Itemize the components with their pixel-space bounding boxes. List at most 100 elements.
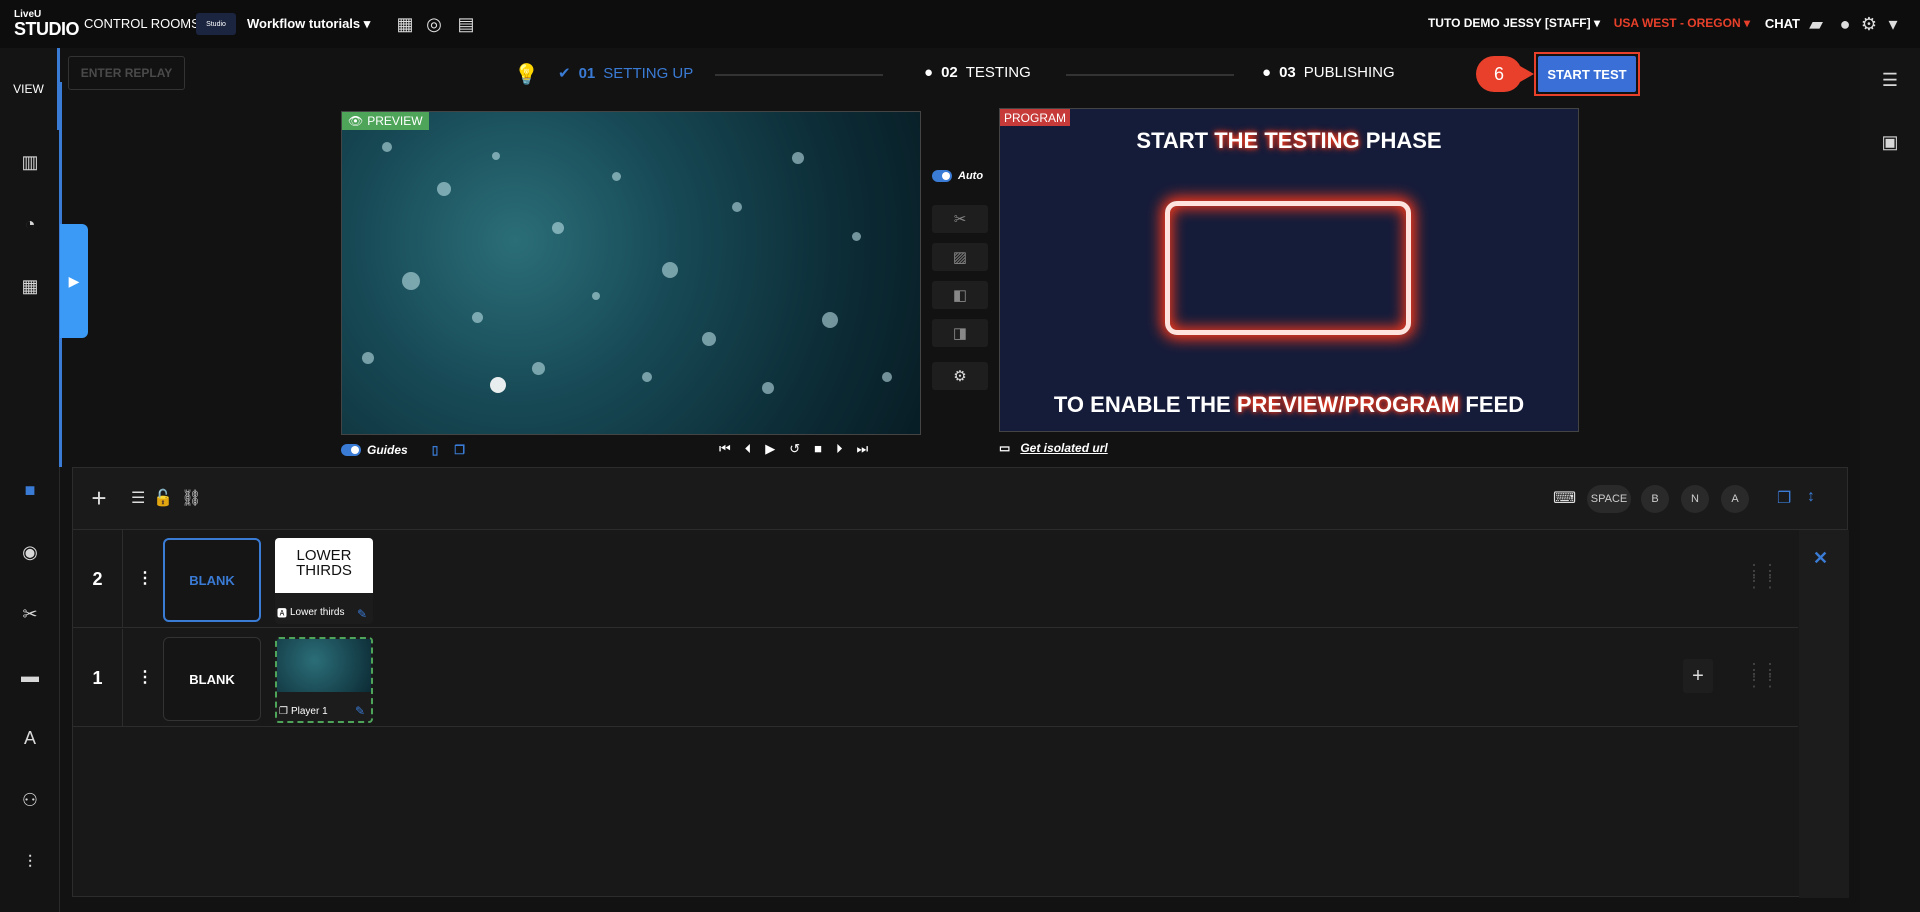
skip-end-icon[interactable]: ⏭	[856, 441, 868, 457]
chevron-down-icon[interactable]: ▾	[1882, 13, 1904, 35]
bokeh	[552, 222, 564, 234]
drag-handle-icon[interactable]: ⋮⋮ ⋮⋮	[1745, 661, 1779, 689]
view-button[interactable]: VIEW	[0, 48, 60, 130]
transition-settings-button[interactable]: ⚙	[932, 362, 988, 390]
skip-start-icon[interactable]: ⏮	[719, 441, 731, 457]
preview-monitor[interactable]: 👁 PREVIEW	[341, 111, 921, 435]
bokeh	[642, 372, 652, 382]
playlist-icon[interactable]: ☰	[1876, 66, 1904, 94]
step-testing[interactable]: ● 02 TESTING	[924, 64, 1031, 81]
step-forward-icon[interactable]: ⏵	[836, 441, 843, 457]
text-icon[interactable]: A	[16, 724, 44, 752]
step-publishing[interactable]: ● 03 PUBLISHING	[1262, 64, 1395, 81]
bokeh	[662, 262, 678, 278]
hotkey-space[interactable]: SPACE	[1587, 485, 1631, 513]
camera-icon[interactable]: ■	[16, 476, 44, 504]
dashboard-icon[interactable]: ▦	[16, 272, 44, 300]
bokeh	[762, 382, 774, 394]
bokeh	[702, 332, 716, 346]
layout-icon[interactable]: ▤	[455, 13, 477, 35]
layer-number: 1	[73, 629, 123, 727]
add-layer-button[interactable]: +	[85, 483, 113, 513]
unlock-icon[interactable]: 🔓	[153, 488, 173, 508]
workflow-selector[interactable]: Workflow tutorials ▾	[247, 16, 370, 32]
wipe-transition-button[interactable]: ◧	[932, 281, 988, 309]
blank-tile[interactable]: BLANK	[163, 637, 261, 721]
push-transition-button[interactable]: ◨	[932, 319, 988, 347]
stop-icon[interactable]: ■	[814, 441, 822, 457]
workflow-thumbnail: Studio	[196, 13, 236, 35]
chat-button[interactable]: CHAT	[1765, 16, 1800, 31]
source-tile-lower-thirds[interactable]: LOWER THIRDS 🅰 Lower thirds ✎	[275, 538, 373, 624]
play-icon[interactable]: ▶	[765, 441, 775, 457]
layers-toolbar: + ☰ 🔓 ⛓ ⌨ SPACE B N A ❐ ↕	[73, 468, 1847, 530]
resize-vertical-icon[interactable]: ↕	[1807, 488, 1815, 506]
headline-highlight: THE TESTING	[1214, 128, 1360, 153]
isolated-url-label[interactable]: Get isolated url	[1020, 441, 1107, 455]
replay-icon[interactable]: ↺	[789, 441, 800, 457]
step-back-icon[interactable]: ⏴	[745, 441, 752, 457]
start-test-button[interactable]: START TEST	[1538, 56, 1636, 92]
hotkey-a[interactable]: A	[1721, 485, 1749, 513]
source-label: 🅰 Lower thirds	[277, 605, 344, 620]
link-icon[interactable]: ⛓	[181, 488, 201, 508]
source-tile-player-1[interactable]: ❐ Player 1 ✎	[275, 637, 373, 723]
sliders-icon[interactable]: ⫶	[16, 848, 44, 876]
layer-menu-icon[interactable]: ⋮	[137, 667, 153, 687]
gear-icon[interactable]: ⚙	[1858, 13, 1880, 35]
enter-replay-button[interactable]: ENTER REPLAY	[68, 56, 185, 90]
pencil-icon[interactable]: ✎	[355, 704, 365, 718]
fade-transition-button[interactable]: ▨	[932, 243, 988, 271]
toggle-switch[interactable]	[341, 444, 361, 456]
user-icon[interactable]: ●	[1834, 13, 1856, 35]
layer-menu-icon[interactable]: ⋮	[137, 568, 153, 588]
bokeh	[492, 152, 500, 160]
scissors-icon[interactable]: ✂	[16, 600, 44, 628]
toggle-switch[interactable]	[932, 170, 952, 182]
guides-toggle[interactable]: Guides ▯ ❐	[341, 443, 465, 457]
cut-transition-button[interactable]: ✂	[932, 205, 988, 233]
comment-icon[interactable]: ▬	[16, 662, 44, 690]
control-rooms-link[interactable]: CONTROL ROOMS	[84, 16, 200, 31]
region-selector[interactable]: USA WEST - OREGON ▾	[1614, 16, 1750, 30]
user-menu[interactable]: TUTO DEMO JESSY [STAFF] ▾	[1428, 16, 1600, 30]
step-setting-up[interactable]: ✔ 01 SETTING UP	[558, 64, 693, 83]
calendar-icon[interactable]: ▦	[394, 13, 416, 35]
chart-icon[interactable]: ▥	[16, 148, 44, 176]
align-icon[interactable]: ☰	[131, 488, 145, 508]
lightbulb-icon[interactable]: 💡	[514, 62, 539, 87]
circle-icon: ●	[1262, 64, 1272, 81]
keyboard-icon[interactable]: ⌨	[1553, 488, 1576, 508]
left-sidebar: VIEW ▥ ◔ ▦ ■ ◉ ✂ ▬ A ⚇ ⫶	[0, 48, 60, 912]
chat-icon[interactable]: ▰	[1805, 13, 1827, 35]
hotkey-n[interactable]: N	[1681, 485, 1709, 513]
step-num: 02	[941, 64, 958, 81]
close-icon[interactable]: ✕	[1813, 548, 1828, 569]
source-label: ❐ Player 1	[279, 706, 328, 717]
blank-tile[interactable]: BLANK	[163, 538, 261, 622]
bokeh	[382, 142, 392, 152]
mobile-icon[interactable]: ▯	[432, 443, 439, 457]
bokeh	[532, 362, 545, 375]
broadcast-icon[interactable]: ◉	[16, 538, 44, 566]
drag-handle-icon[interactable]: ⋮⋮ ⋮⋮	[1745, 562, 1779, 590]
speedometer-icon[interactable]: ◔	[16, 210, 44, 238]
auto-label: Auto	[958, 170, 984, 182]
lifebuoy-icon[interactable]: ◎	[423, 13, 445, 35]
hotkey-b[interactable]: B	[1641, 485, 1669, 513]
add-source-button[interactable]: +	[1683, 659, 1713, 693]
bokeh	[592, 292, 600, 300]
pencil-icon[interactable]: ✎	[357, 607, 367, 621]
users-icon[interactable]: ⚇	[16, 786, 44, 814]
liveu-studio-logo[interactable]: LiveU STUDIO	[14, 10, 80, 39]
copy-icon[interactable]: ❐	[454, 443, 465, 457]
auto-toggle[interactable]: Auto	[932, 170, 983, 182]
program-monitor[interactable]: PROGRAM START THE TESTING PHASE TO ENABL…	[999, 108, 1579, 432]
neon-frame	[1165, 201, 1411, 335]
cut-icon: ✂	[953, 211, 967, 228]
copy-icon[interactable]: ❐	[1777, 488, 1791, 508]
bokeh	[822, 312, 838, 328]
sidebar-expand-toggle[interactable]: ▶	[60, 224, 88, 338]
isolated-url-link[interactable]: ▭ Get isolated url	[999, 441, 1108, 455]
media-icon[interactable]: ▣	[1876, 128, 1904, 156]
